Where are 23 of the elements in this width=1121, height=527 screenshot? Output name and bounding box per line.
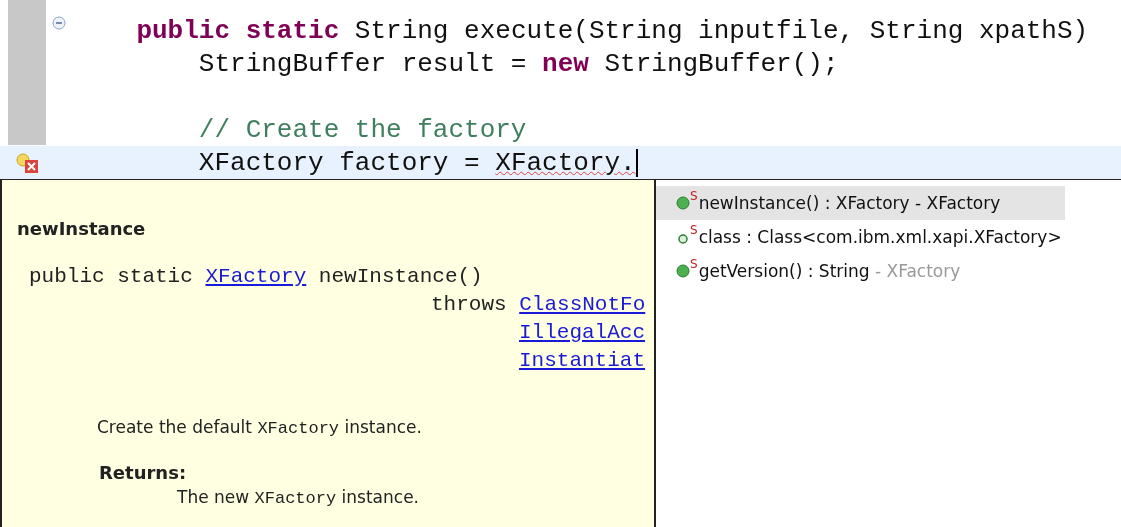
signature-text: newInstance() xyxy=(317,264,483,290)
static-mark: S xyxy=(690,224,698,236)
signature-text: public static xyxy=(29,264,194,290)
description-text: Create the default XFactory instance. xyxy=(97,417,423,438)
collapse-icon[interactable] xyxy=(52,16,66,30)
code-editor[interactable]: public static String execute(String inputfile, String xpathS) StringBuffer result = new StringBuffer(); // Create the factory XFactory factory = XFactory. xyxy=(0,0,1121,178)
signature-text: throws xyxy=(431,292,508,318)
returns-text: The new XFactory instance. xyxy=(177,487,420,508)
static-mark: S xyxy=(690,190,698,202)
type-link[interactable]: IllegalAcc xyxy=(519,319,646,347)
code-line: public static String execute(String inputfile, String xpathS) xyxy=(135,15,1089,46)
code-line: XFactory factory = XFactory. xyxy=(197,147,638,178)
code-line: StringBuffer result = new StringBuffer(); xyxy=(197,48,839,79)
type-link[interactable]: XFactory xyxy=(205,263,307,291)
method-icon xyxy=(676,264,690,278)
error-marker-icon[interactable] xyxy=(15,151,39,174)
method-icon xyxy=(676,196,690,210)
code-line: // Create the factory xyxy=(197,114,527,145)
type-link[interactable]: Instantiat xyxy=(519,347,646,375)
static-mark: S xyxy=(690,258,698,270)
javadoc-title: newInstance xyxy=(17,218,147,239)
returns-heading: Returns: xyxy=(99,462,188,483)
type-link[interactable]: ClassNotFo xyxy=(519,291,646,319)
